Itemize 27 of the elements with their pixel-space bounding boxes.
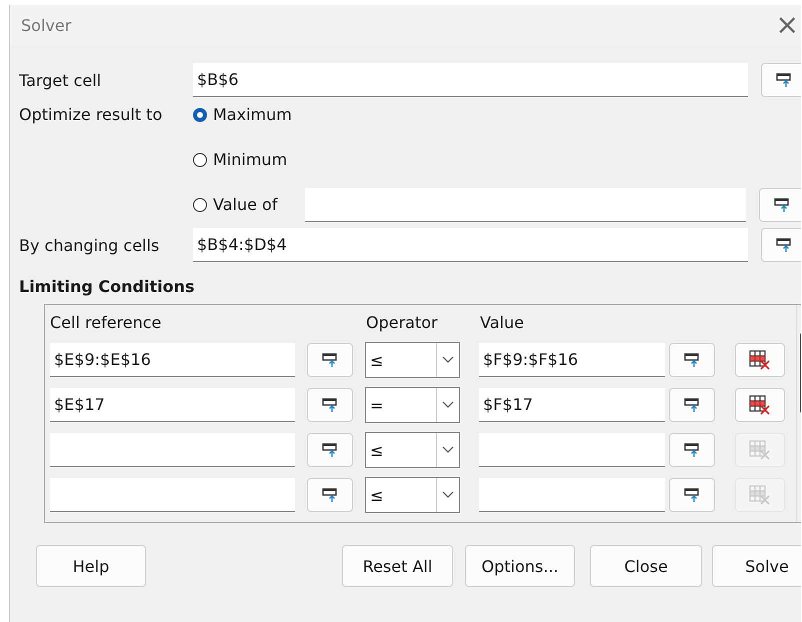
cell-reference-field[interactable]: $E$9:$E$16 bbox=[50, 343, 295, 377]
value-field[interactable]: $F$17 bbox=[479, 388, 665, 422]
operator-dropdown[interactable]: ≤ bbox=[365, 477, 460, 513]
radio-label: Maximum bbox=[213, 105, 292, 124]
field-label: Target cell bbox=[19, 70, 102, 90]
column-header: Cell reference bbox=[50, 312, 162, 332]
dialog-button[interactable]: Close bbox=[590, 545, 702, 587]
value-field[interactable]: $F$9:$F$16 bbox=[479, 343, 665, 377]
field-label: Optimize result to bbox=[19, 104, 164, 126]
dialog-button[interactable]: Help bbox=[36, 545, 146, 587]
cell-reference-field[interactable]: $E$17 bbox=[50, 388, 295, 422]
section-heading: Limiting Conditions bbox=[19, 277, 196, 296]
column-header: Operator bbox=[366, 312, 439, 332]
column-header: Value bbox=[480, 312, 525, 332]
operator-dropdown[interactable]: ≤ bbox=[365, 432, 460, 468]
changing-cells-field[interactable]: $B$4:$D$4 bbox=[193, 228, 748, 262]
dialog-button[interactable]: Solve bbox=[712, 545, 801, 587]
operator-dropdown[interactable]: ≤ bbox=[365, 342, 460, 378]
radio-label: Minimum bbox=[213, 150, 288, 169]
target-cell-field[interactable]: $B$6 bbox=[193, 63, 748, 97]
field-label: By changing cells bbox=[19, 236, 160, 254]
operator-dropdown[interactable]: = bbox=[365, 387, 460, 423]
dialog-button[interactable]: Options... bbox=[465, 545, 575, 587]
window-title: Solver bbox=[21, 16, 72, 34]
close-button[interactable]: × bbox=[774, 11, 801, 39]
radio-label: Value of bbox=[213, 195, 279, 214]
dialog-button[interactable]: Reset All bbox=[342, 545, 453, 587]
